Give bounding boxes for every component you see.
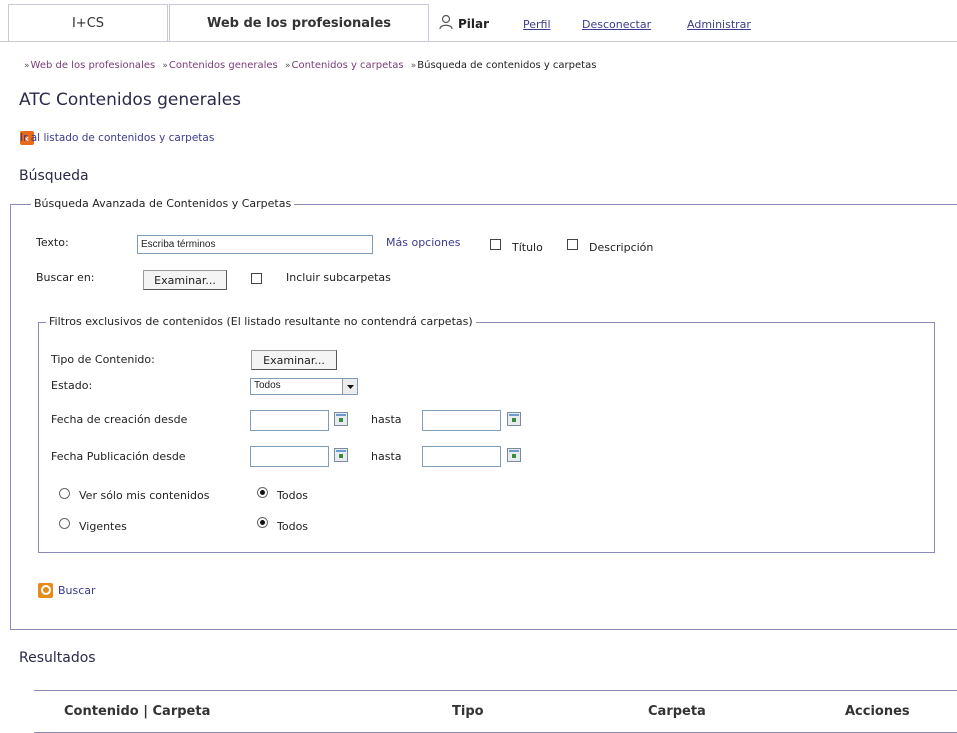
title-checkbox[interactable] xyxy=(490,239,501,250)
published-from-input[interactable] xyxy=(250,446,329,467)
include-subfolders-checkbox[interactable] xyxy=(251,273,262,284)
title-checkbox-label: Título xyxy=(512,241,543,254)
current-label: Vigentes xyxy=(79,520,127,533)
breadcrumb-item-web-profesionales[interactable]: Web de los profesionales xyxy=(31,60,156,71)
calendar-icon[interactable] xyxy=(334,448,348,462)
description-checkbox[interactable] xyxy=(567,239,578,250)
calendar-icon[interactable] xyxy=(334,412,348,426)
admin-link[interactable]: Administrar xyxy=(687,18,751,31)
calendar-icon[interactable] xyxy=(507,448,521,462)
tab-ics[interactable]: I+CS xyxy=(8,4,168,42)
all-validity-radio[interactable] xyxy=(257,517,268,528)
browse-folder-button[interactable]: Examinar... xyxy=(143,270,227,290)
published-from-label: Fecha Publicación desde xyxy=(51,450,186,463)
tab-web-profesionales[interactable]: Web de los profesionales xyxy=(169,4,429,42)
back-link[interactable]: ‹ Ir al listado de contenidos y carpetas xyxy=(20,131,214,145)
content-type-label: Tipo de Contenido: xyxy=(51,353,155,366)
only-mine-radio[interactable] xyxy=(59,488,70,499)
advanced-search-legend: Búsqueda Avanzada de Contenidos y Carpet… xyxy=(31,197,295,210)
chevron-down-icon xyxy=(342,379,357,394)
status-select-value: Todos xyxy=(254,380,281,391)
created-until-input[interactable] xyxy=(422,410,501,431)
published-until-input[interactable] xyxy=(422,446,501,467)
page-title: ATC Contenidos generales xyxy=(19,90,242,110)
breadcrumb: »Web de los profesionales »Contenidos ge… xyxy=(20,60,596,71)
column-header-carpeta[interactable]: Carpeta xyxy=(648,704,706,719)
created-until-label: hasta xyxy=(371,413,402,426)
breadcrumb-item-contenidos-carpetas[interactable]: Contenidos y carpetas xyxy=(291,60,403,71)
logout-link[interactable]: Desconectar xyxy=(582,18,651,31)
profile-link[interactable]: Perfil xyxy=(523,18,551,31)
column-header-contenido-carpeta[interactable]: Contenido | Carpeta xyxy=(64,704,210,719)
all-validity-label: Todos xyxy=(277,520,309,533)
user-name: Pilar xyxy=(458,16,490,31)
more-options-link[interactable]: Más opciones xyxy=(386,236,460,249)
breadcrumb-separator: » xyxy=(284,61,291,71)
text-label: Texto: xyxy=(36,236,69,249)
user-icon xyxy=(438,14,454,33)
breadcrumb-current: Búsqueda de contenidos y carpetas xyxy=(417,60,597,71)
description-checkbox-label: Descripción xyxy=(589,241,654,254)
all-authors-label: Todos xyxy=(277,489,309,502)
back-link-label: Ir al listado de contenidos y carpetas xyxy=(20,132,215,144)
search-heading: Búsqueda xyxy=(19,168,89,184)
column-header-acciones[interactable]: Acciones xyxy=(845,704,910,719)
breadcrumb-item-contenidos-generales[interactable]: Contenidos generales xyxy=(169,60,278,71)
filters-fieldset xyxy=(38,322,935,553)
text-input[interactable] xyxy=(137,235,373,254)
tab-divider xyxy=(0,41,957,42)
status-select[interactable]: Todos xyxy=(250,378,358,395)
magnifier-icon xyxy=(38,583,53,598)
search-button[interactable]: Buscar xyxy=(38,583,96,598)
breadcrumb-separator: » xyxy=(410,61,417,71)
user-box: Pilar xyxy=(438,14,489,33)
current-radio[interactable] xyxy=(59,518,70,529)
results-table-header: Contenido | Carpeta Tipo Carpeta Accione… xyxy=(34,690,957,733)
calendar-icon[interactable] xyxy=(507,412,521,426)
top-bar: I+CS Web de los profesionales Pilar Perf… xyxy=(0,0,957,44)
breadcrumb-separator: » xyxy=(162,61,168,71)
published-until-label: hasta xyxy=(371,450,402,463)
status-label: Estado: xyxy=(51,379,93,392)
created-from-input[interactable] xyxy=(250,410,329,431)
created-from-label: Fecha de creación desde xyxy=(51,413,188,426)
column-header-tipo[interactable]: Tipo xyxy=(452,704,484,719)
search-in-label: Buscar en: xyxy=(36,271,95,284)
filters-legend: Filtros exclusivos de contenidos (El lis… xyxy=(46,315,476,328)
results-heading: Resultados xyxy=(19,650,96,666)
only-mine-label: Ver sólo mis contenidos xyxy=(79,489,210,502)
all-authors-radio[interactable] xyxy=(257,487,268,498)
content-type-browse-button[interactable]: Examinar... xyxy=(251,350,337,370)
search-button-label: Buscar xyxy=(58,584,96,597)
breadcrumb-separator: » xyxy=(24,61,30,71)
include-subfolders-label: Incluir subcarpetas xyxy=(286,271,391,284)
